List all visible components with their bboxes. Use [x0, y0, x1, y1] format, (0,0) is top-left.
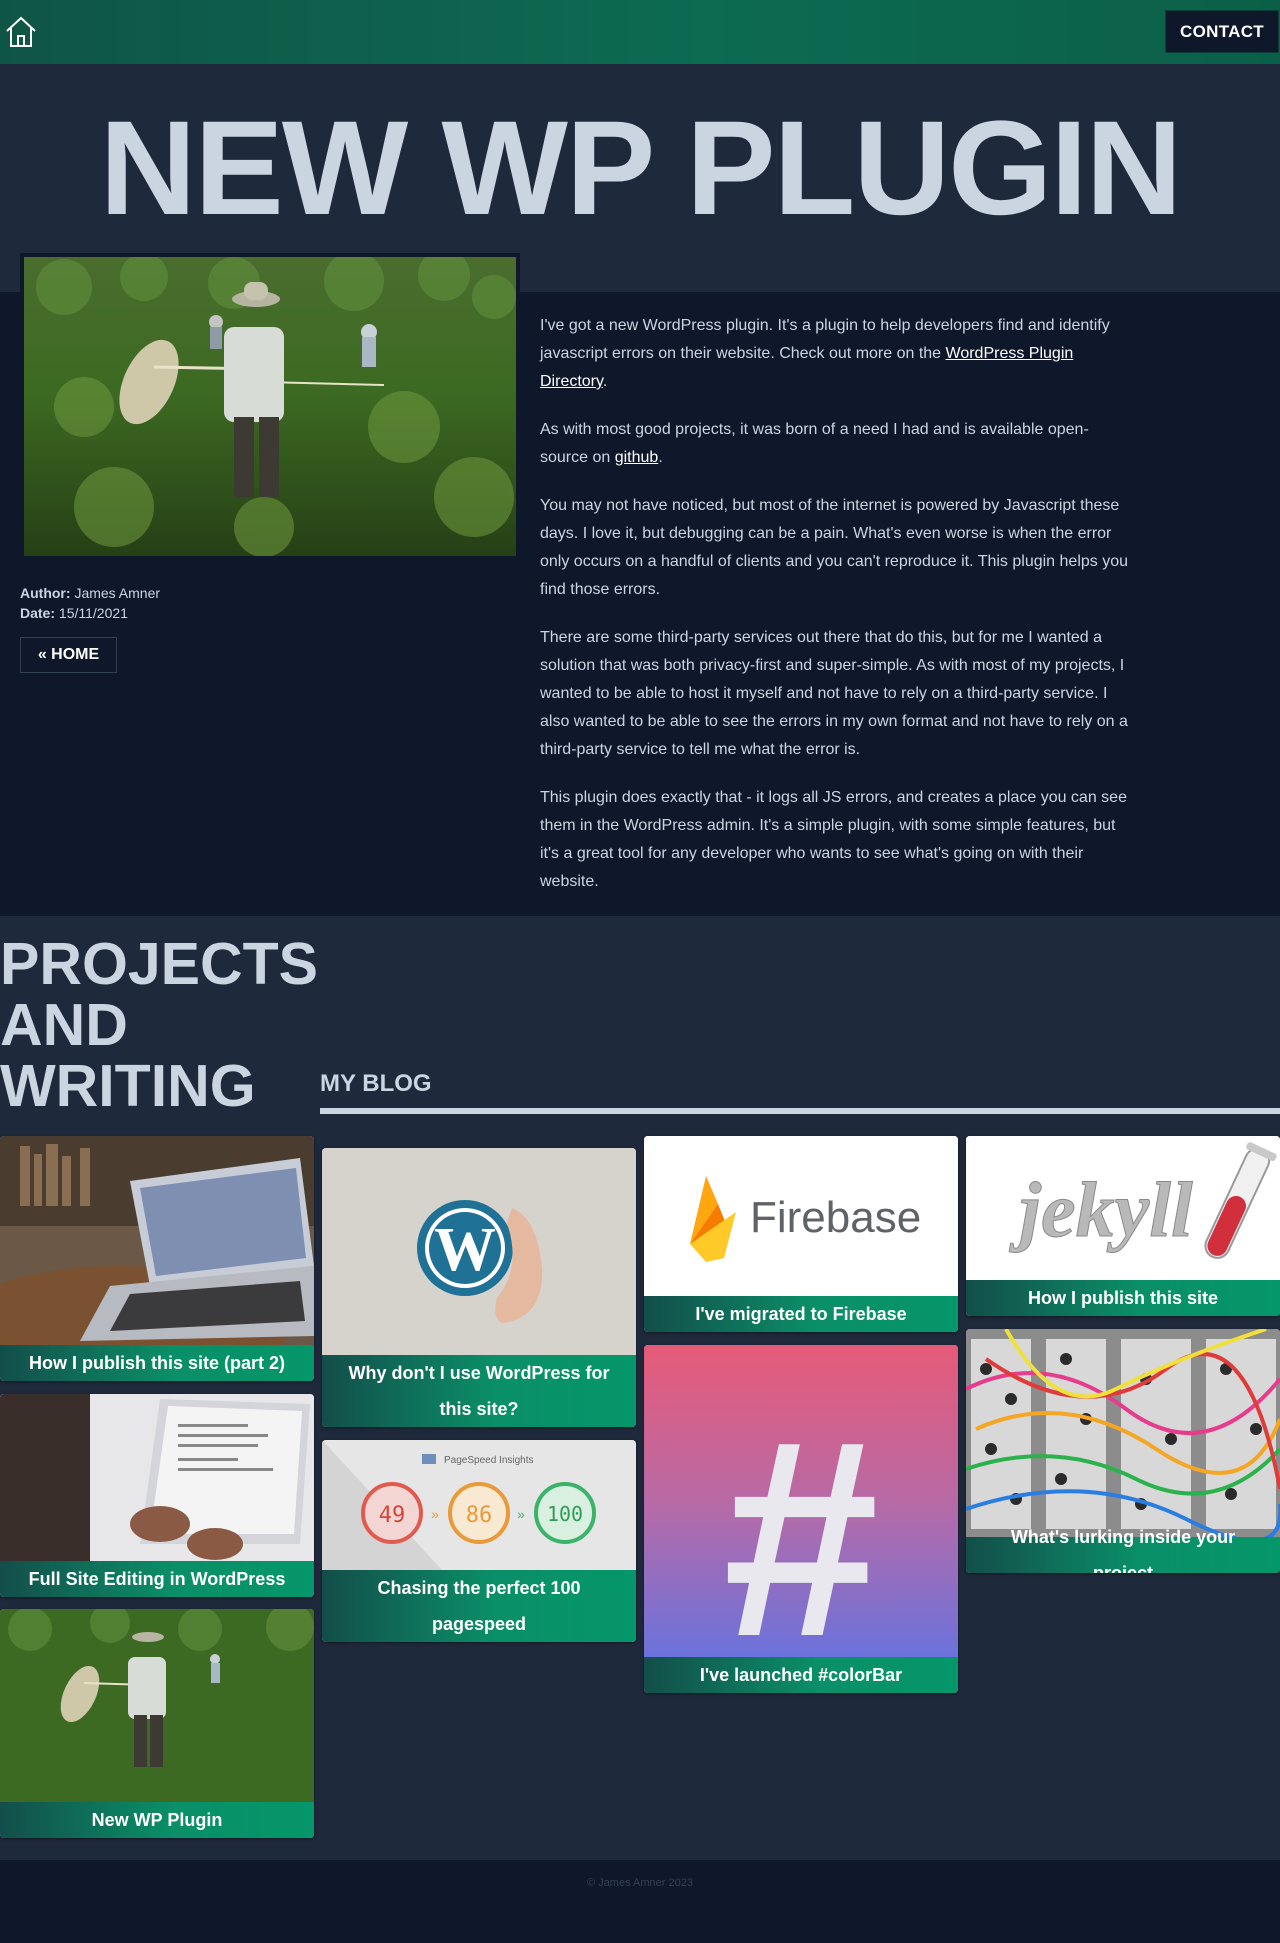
- blog-card[interactable]: What's lurking inside your project: [966, 1329, 1280, 1573]
- score-2: 86: [466, 1503, 493, 1528]
- svg-text:»: »: [517, 1506, 525, 1522]
- copyright: © James Amner 2023: [587, 1877, 693, 1889]
- card-title: Full Site Editing in WordPress: [0, 1561, 314, 1597]
- svg-text:W: W: [434, 1216, 496, 1284]
- post-meta: Author: James Amner Date: 15/11/2021: [20, 583, 160, 623]
- feature-image: [20, 253, 520, 560]
- blog-card[interactable]: jekyll How I publish this site: [966, 1136, 1280, 1316]
- author-row: Author: James Amner: [20, 583, 160, 603]
- top-nav: CONTACT: [0, 0, 1280, 64]
- card-title: New WP Plugin: [0, 1802, 314, 1838]
- home-icon[interactable]: [4, 14, 38, 50]
- card-image: Firebase: [644, 1136, 958, 1296]
- date-label: Date:: [20, 605, 56, 621]
- card-title: I've launched #colorBar: [644, 1657, 958, 1693]
- svg-text:»: »: [431, 1506, 439, 1522]
- paragraph: You may not have noticed, but most of th…: [540, 497, 1129, 598]
- card-image: W: [322, 1148, 636, 1355]
- blog-heading: MY BLOG: [320, 1070, 432, 1097]
- date-row: Date: 15/11/2021: [20, 603, 160, 623]
- card-image: #: [644, 1345, 958, 1657]
- card-title: I've migrated to Firebase: [644, 1296, 958, 1332]
- author-label: Author:: [20, 585, 71, 601]
- author-name: James Amner: [74, 585, 161, 601]
- card-title: What's lurking inside your project: [966, 1527, 1280, 1573]
- post-date: 15/11/2021: [58, 605, 128, 621]
- card-title: Chasing the perfect 100 pagespeed: [322, 1570, 636, 1642]
- blog-card[interactable]: New WP Plugin: [0, 1609, 314, 1838]
- card-image: [0, 1136, 314, 1345]
- score-1: 49: [379, 1503, 406, 1528]
- blog-card[interactable]: Full Site Editing in WordPress: [0, 1394, 314, 1597]
- paragraph: There are some third-party services out …: [540, 629, 1128, 758]
- hash-icon: #: [723, 1383, 879, 1657]
- card-image: [0, 1609, 314, 1802]
- github-link[interactable]: github: [615, 449, 659, 466]
- contact-button[interactable]: CONTACT: [1165, 10, 1279, 53]
- paragraph: I've got a new WordPress plugin. It's a …: [540, 317, 1110, 390]
- card-image: [966, 1329, 1280, 1537]
- jekyll-logo-text: jekyll: [1008, 1166, 1193, 1253]
- blog-card[interactable]: PageSpeed Insights 49 » 86 » 100 Chasing…: [322, 1440, 636, 1642]
- blog-card[interactable]: W Why don't I use WordPress for this sit…: [322, 1148, 636, 1427]
- score-3: 100: [547, 1502, 583, 1526]
- card-image: [0, 1394, 314, 1561]
- page-title: NEW WP PLUGIN: [99, 94, 1183, 243]
- footer: © James Amner 2023: [0, 1860, 1280, 1943]
- card-title: How I publish this site (part 2): [0, 1345, 314, 1381]
- pagespeed-logo-text: PageSpeed Insights: [444, 1455, 534, 1466]
- article-body: I've got a new WordPress plugin. It's a …: [540, 312, 1130, 916]
- paragraph: This plugin does exactly that - it logs …: [540, 789, 1127, 890]
- blog-card[interactable]: # I've launched #colorBar: [644, 1345, 958, 1693]
- home-button[interactable]: « HOME: [20, 637, 117, 673]
- projects-heading: PROJECTS AND WRITING: [0, 931, 319, 1119]
- divider: [320, 1108, 1280, 1114]
- card-title: How I publish this site: [966, 1280, 1280, 1316]
- firebase-logo-text: Firebase: [750, 1193, 921, 1242]
- card-image: jekyll: [966, 1136, 1280, 1280]
- blog-card[interactable]: Firebase I've migrated to Firebase: [644, 1136, 958, 1332]
- paragraph: As with most good projects, it was born …: [540, 421, 1089, 466]
- card-image: PageSpeed Insights 49 » 86 » 100: [322, 1440, 636, 1570]
- card-title: Why don't I use WordPress for this site?: [322, 1355, 636, 1427]
- blog-card[interactable]: How I publish this site (part 2): [0, 1136, 314, 1381]
